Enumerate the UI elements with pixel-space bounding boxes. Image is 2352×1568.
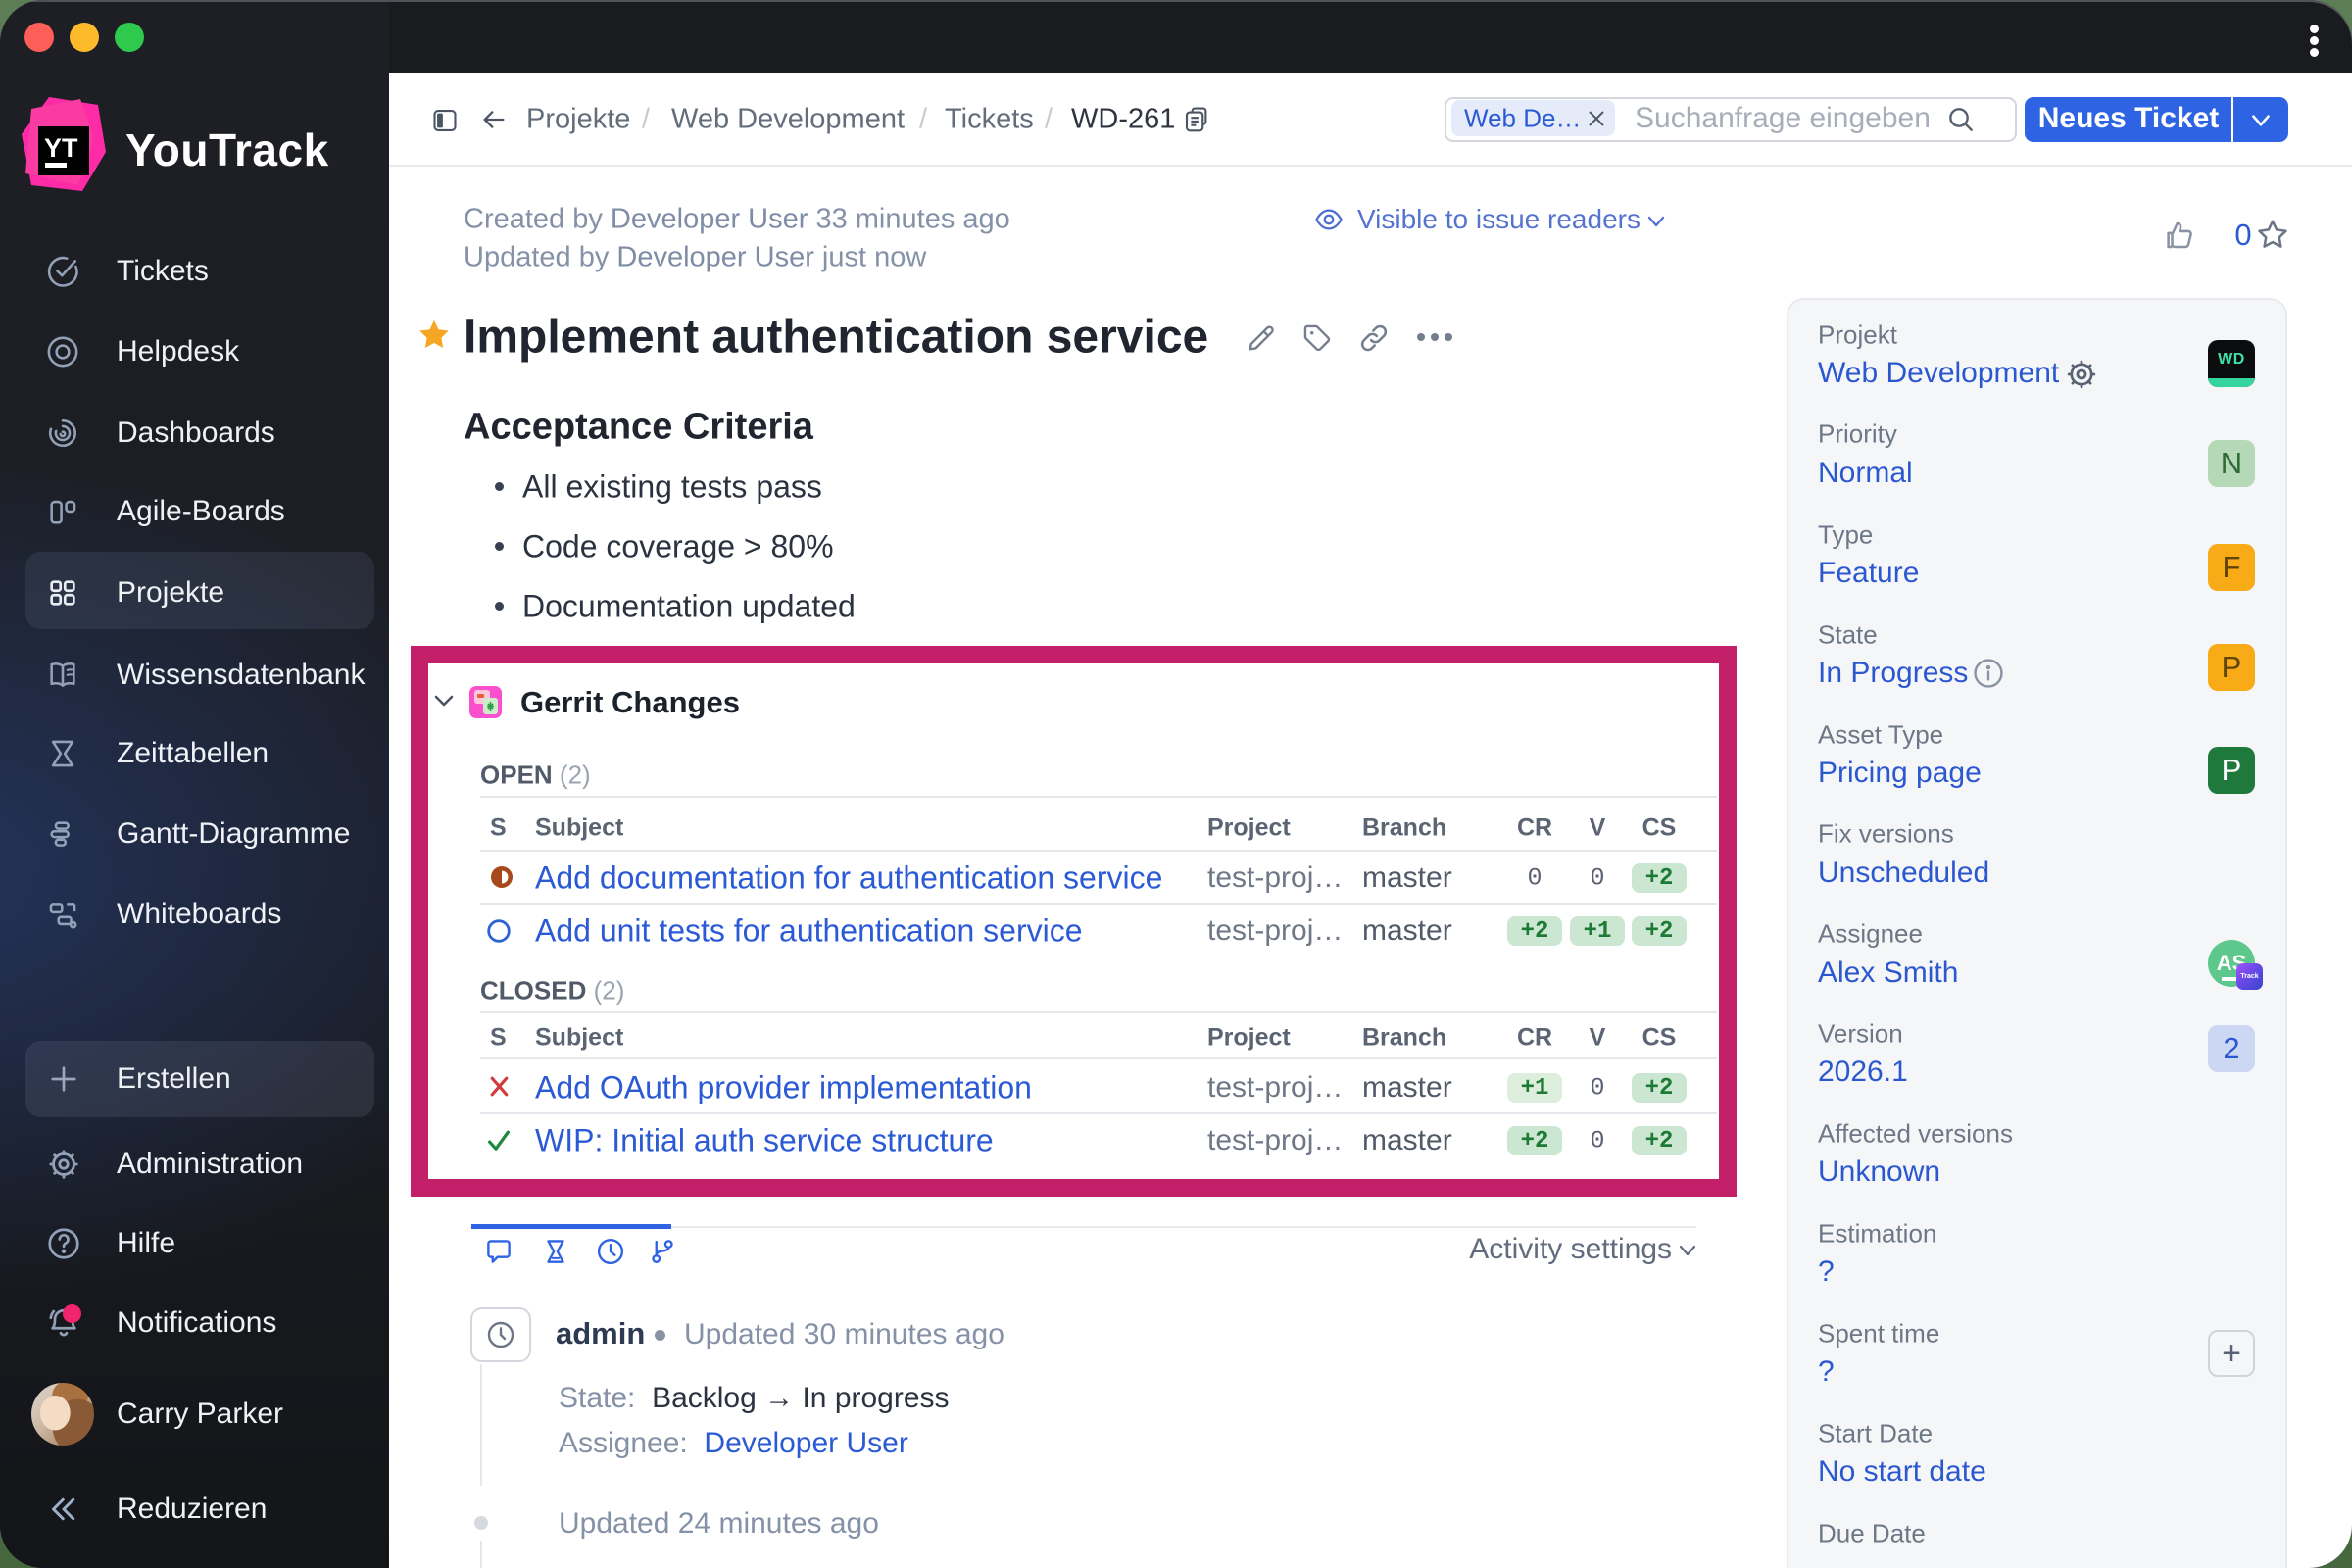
svg-text:YT: YT [44,133,78,163]
